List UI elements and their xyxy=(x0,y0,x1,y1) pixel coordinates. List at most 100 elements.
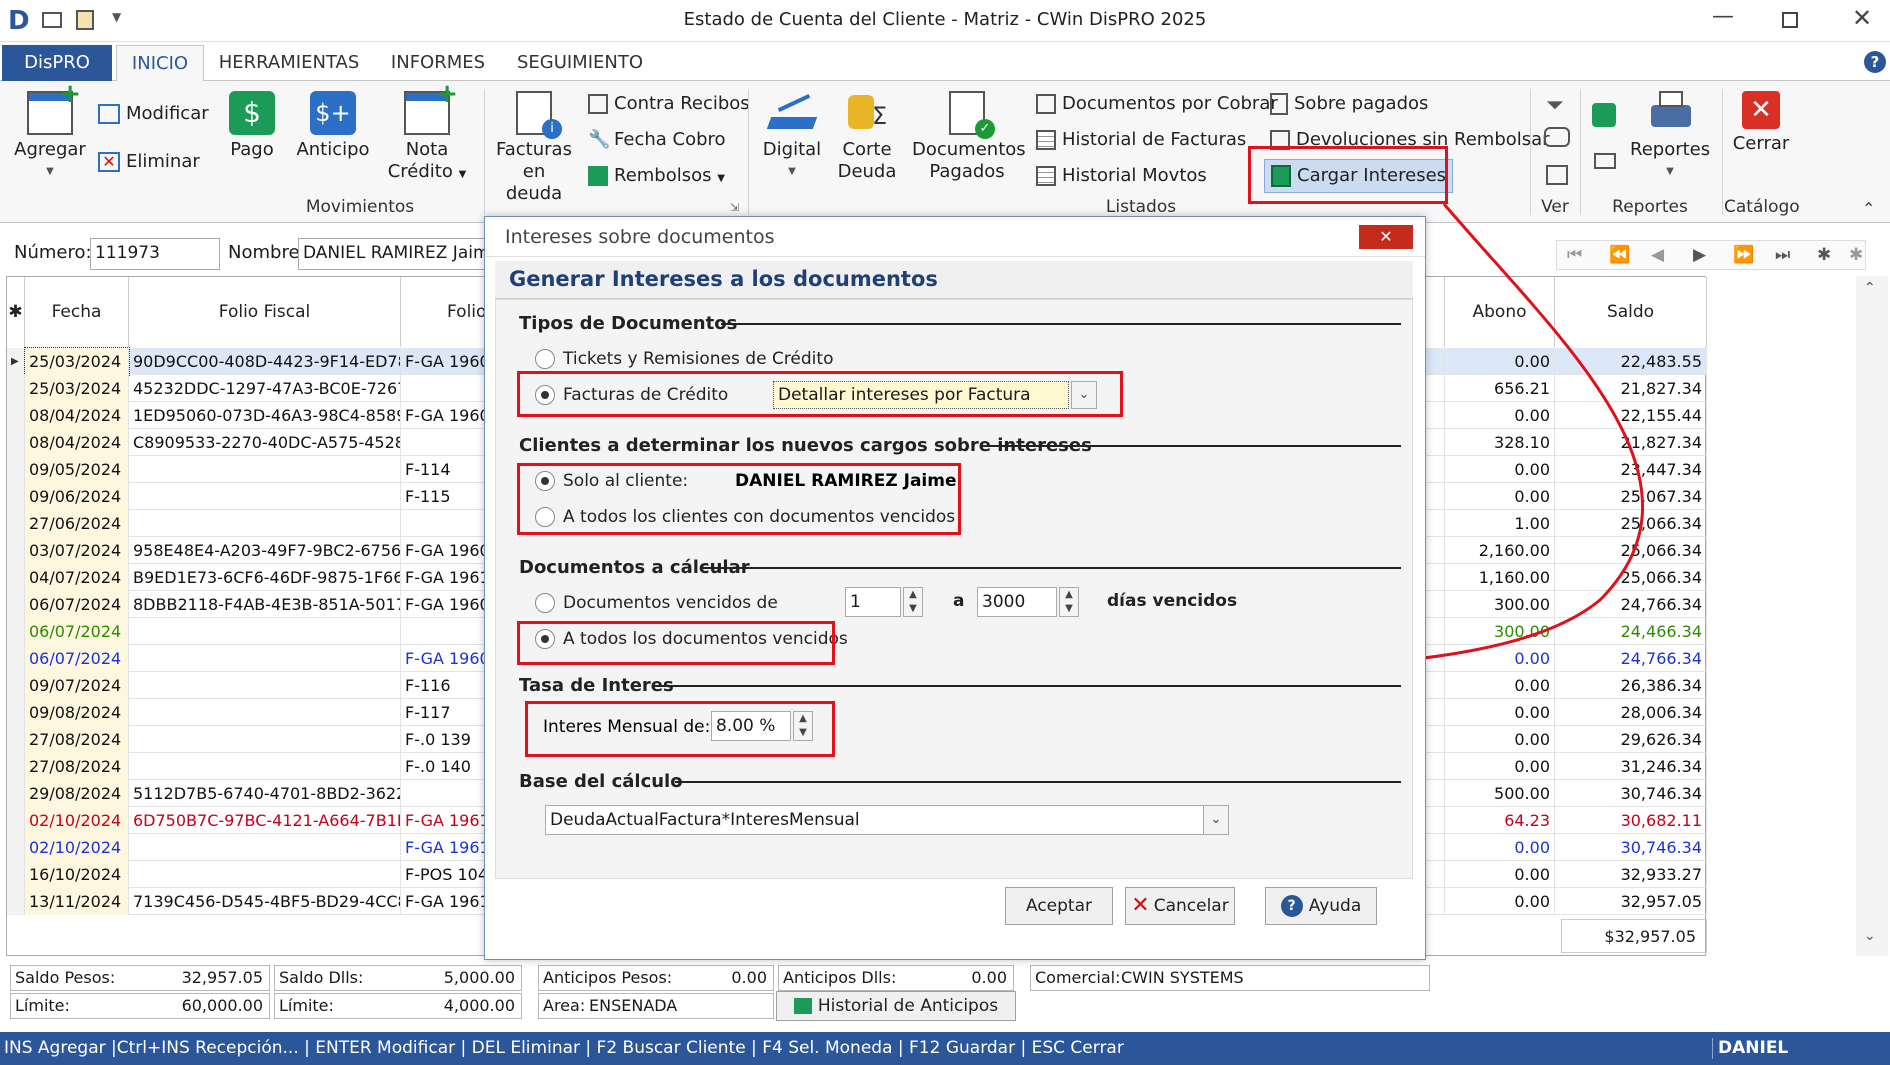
tab-dispro[interactable]: DisPRO xyxy=(2,45,112,81)
nota-credito-button[interactable]: + Nota Crédito ▼ xyxy=(384,81,470,186)
history-table-icon xyxy=(1036,130,1056,150)
payment-icon: $ xyxy=(229,91,275,135)
saldo-pesos-field: Saldo Pesos: 32,957.05 xyxy=(10,965,270,991)
facturas-en-deuda-button[interactable]: i Facturas en deuda xyxy=(494,91,574,205)
hasta-spinner[interactable]: ▲ ▼ xyxy=(1059,587,1079,617)
corte-deuda-button[interactable]: Σ Corte Deuda xyxy=(832,91,902,183)
prev-record-icon[interactable]: ◀ xyxy=(1651,245,1664,265)
header-folio-fiscal[interactable]: Folio Fiscal xyxy=(129,277,401,347)
aceptar-button[interactable]: Aceptar xyxy=(1005,887,1113,925)
cell-fecha: 06/07/2024 xyxy=(25,618,129,645)
row-indicator xyxy=(7,699,25,726)
last-record-icon[interactable]: ⏭ xyxy=(1775,245,1790,265)
rembolsos-button[interactable]: Rembolsos ▼ xyxy=(588,161,725,191)
header-saldo[interactable]: Saldo xyxy=(1555,277,1707,347)
scroll-down-icon[interactable]: ⌄ xyxy=(1864,928,1876,944)
row-indicator xyxy=(7,672,25,699)
scroll-up-icon[interactable]: ⌃ xyxy=(1864,280,1876,296)
dialog-close-button[interactable]: ✕ xyxy=(1359,225,1413,249)
section-divider xyxy=(987,445,1401,447)
row-indicator xyxy=(7,456,25,483)
sobre-pagados-button[interactable]: Sobre pagados xyxy=(1270,89,1428,119)
hasta-input[interactable]: 3000 xyxy=(977,587,1057,617)
cell-saldo: 30,746.34 xyxy=(1555,780,1707,807)
collapse-ribbon-icon[interactable]: ⌃ xyxy=(1862,199,1875,218)
find-icon[interactable] xyxy=(1546,165,1568,185)
header-abono[interactable]: Abono xyxy=(1445,277,1555,347)
ayuda-button[interactable]: ? Ayuda xyxy=(1265,887,1377,925)
desde-input[interactable]: 1 xyxy=(845,587,901,617)
tab-inicio[interactable]: INICIO xyxy=(116,45,204,81)
nombre-input[interactable]: DANIEL RAMIREZ Jaime xyxy=(298,238,488,270)
maximize-button[interactable] xyxy=(1782,12,1798,28)
minimize-button[interactable]: — xyxy=(1712,4,1734,29)
cell-uuid xyxy=(129,699,401,726)
section-divider xyxy=(703,567,1401,569)
cell-fecha: 09/08/2024 xyxy=(25,699,129,726)
prev-page-icon[interactable]: ⏪ xyxy=(1609,245,1630,265)
header-fecha[interactable]: Fecha xyxy=(25,277,129,347)
intereses-dialog: Intereses sobre documentos ✕ Generar Int… xyxy=(484,216,1426,960)
cell-fecha: 03/07/2024 xyxy=(25,537,129,564)
money-stack-icon[interactable] xyxy=(1592,103,1616,127)
insert-record-icon[interactable]: ✱ xyxy=(1817,245,1831,265)
cerrar-button[interactable]: ✕ Cerrar xyxy=(1726,91,1796,155)
cell-uuid: C8909533-2270-40DC-A575-4528CI xyxy=(129,429,401,456)
numero-input[interactable]: 111973 xyxy=(90,238,220,270)
area-field: Area: ENSENADA xyxy=(538,993,774,1019)
cell-uuid xyxy=(129,753,401,780)
radio-vencidos-de[interactable] xyxy=(535,593,555,613)
comercial-field: Comercial: CWIN SYSTEMS xyxy=(1030,965,1430,991)
reportes-button[interactable]: Reportes ▼ xyxy=(1630,91,1710,183)
dialog-heading-bar: Generar Intereses a los documentos xyxy=(495,261,1413,299)
credit-note-icon: + xyxy=(404,81,458,135)
cell-abono: 0.00 xyxy=(1445,402,1555,429)
filter-icon[interactable]: ⏷ xyxy=(1546,93,1564,118)
historial-movtos-button[interactable]: Historial Movtos xyxy=(1036,161,1207,191)
pago-button[interactable]: $ Pago xyxy=(216,91,288,161)
dialog-launcher-icon[interactable]: ⇲ xyxy=(730,201,739,214)
cell-abono: 64.23 xyxy=(1445,807,1555,834)
next-record-icon[interactable]: ▶ xyxy=(1693,245,1706,265)
base-dropdown-icon[interactable]: ⌄ xyxy=(1203,805,1229,835)
historial-facturas-button[interactable]: Historial de Facturas xyxy=(1036,125,1246,155)
desde-spinner[interactable]: ▲ ▼ xyxy=(903,587,923,617)
radio-tickets[interactable] xyxy=(535,349,555,369)
catalogo-group-label: Catálogo xyxy=(1724,197,1800,217)
card-icon[interactable] xyxy=(1594,153,1616,169)
cell-abono: 0.00 xyxy=(1445,348,1555,375)
help-icon[interactable]: ? xyxy=(1864,51,1886,73)
grid-scrollbar[interactable]: ⌃ ⌄ xyxy=(1856,276,1888,956)
row-indicator xyxy=(7,429,25,456)
record-navigator: ⏮ ⏪ ◀ ▶ ⏩ ⏭ ✱ ✱ xyxy=(1556,240,1866,270)
tab-informes[interactable]: INFORMES xyxy=(380,45,496,81)
cancelar-button[interactable]: ✕ Cancelar xyxy=(1125,887,1235,925)
cell-uuid: 90D9CC00-408D-4423-9F14-ED780 xyxy=(129,348,401,375)
digital-button[interactable]: Digital ▼ xyxy=(756,91,828,183)
eliminar-button[interactable]: ✕ Eliminar xyxy=(98,147,200,177)
agregar-button[interactable]: + Agregar ▼ xyxy=(12,81,88,183)
contra-recibos-button[interactable]: Contra Recibos xyxy=(588,89,750,119)
documentos-por-cobrar-button[interactable]: Documentos por Cobrar xyxy=(1036,89,1278,119)
cell-abono: 1,160.00 xyxy=(1445,564,1555,591)
row-indicator xyxy=(7,591,25,618)
ribbon: + Agregar ▼ Modificar ✕ Eliminar $ Pago $… xyxy=(0,81,1890,223)
cell-uuid: 958E48E4-A203-49F7-9BC2-67567B xyxy=(129,537,401,564)
row-indicator xyxy=(7,645,25,672)
base-select[interactable]: DeudaActualFactura*InteresMensual xyxy=(545,805,1205,835)
cell-saldo: 21,827.34 xyxy=(1555,375,1707,402)
next-page-icon[interactable]: ⏩ xyxy=(1733,245,1754,265)
first-record-icon[interactable]: ⏮ xyxy=(1567,245,1582,265)
edit-record-icon[interactable]: ✱ xyxy=(1849,245,1863,265)
documentos-pagados-button[interactable]: ✓ Documentos Pagados xyxy=(912,91,1026,183)
fecha-cobro-button[interactable]: 🔧 Fecha Cobro xyxy=(588,125,726,155)
cell-fecha: 29/08/2024 xyxy=(25,780,129,807)
historial-anticipos-button[interactable]: Historial de Anticipos xyxy=(776,991,1016,1021)
cell-uuid: 45232DDC-1297-47A3-BC0E-7267EI xyxy=(129,375,401,402)
binoculars-icon[interactable] xyxy=(1544,127,1570,147)
anticipo-button[interactable]: $+ Anticipo xyxy=(292,91,374,161)
tab-herramientas[interactable]: HERRAMIENTAS xyxy=(214,45,364,81)
modificar-button[interactable]: Modificar xyxy=(98,99,209,129)
tab-seguimiento[interactable]: SEGUIMIENTO xyxy=(510,45,650,81)
close-window-button[interactable]: ✕ xyxy=(1852,4,1872,32)
